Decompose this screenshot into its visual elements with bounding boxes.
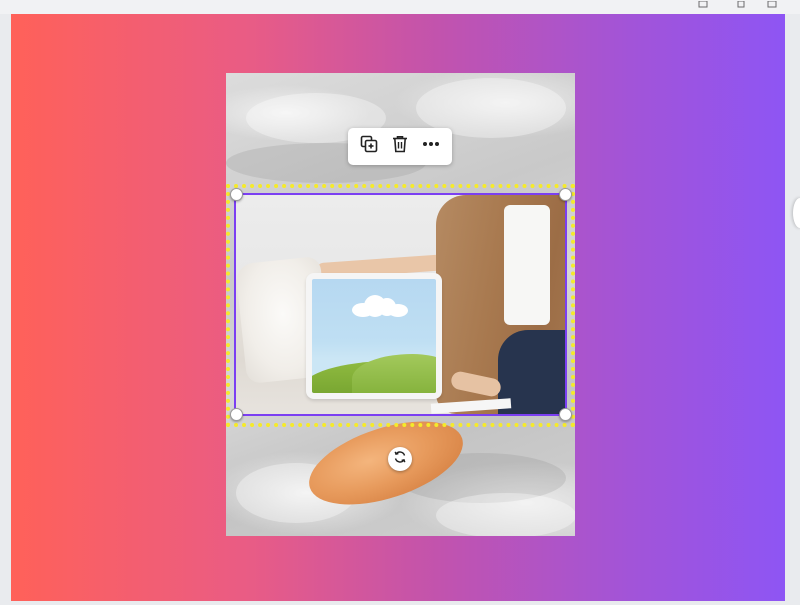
window-menu-icon[interactable] <box>698 0 708 8</box>
person-tshirt <box>504 205 550 325</box>
window-minimize-icon[interactable] <box>736 0 746 8</box>
pillow-hill <box>352 354 436 393</box>
window-top-strip <box>0 0 800 14</box>
resize-handle-top-right[interactable] <box>559 188 572 201</box>
duplicate-button[interactable] <box>355 133 383 161</box>
more-options-icon <box>421 134 441 159</box>
selected-photo[interactable] <box>234 193 567 416</box>
bedsheet-fold <box>436 493 575 536</box>
delete-button[interactable] <box>386 133 414 161</box>
rotate-icon <box>393 450 407 469</box>
resize-handle-bottom-right[interactable] <box>559 408 572 421</box>
resize-handle-top-left[interactable] <box>230 188 243 201</box>
landscape-pillow <box>306 273 442 399</box>
pillow-sky <box>312 279 436 393</box>
cloud-shape <box>352 293 408 317</box>
window-close-icon[interactable] <box>767 0 777 8</box>
rotate-button[interactable] <box>388 447 412 471</box>
resize-handle-bottom-left[interactable] <box>230 408 243 421</box>
duplicate-icon <box>359 134 379 159</box>
delete-icon <box>390 134 410 159</box>
element-toolbar <box>348 128 452 165</box>
more-options-button[interactable] <box>417 133 445 161</box>
side-panel-toggle[interactable] <box>793 198 800 228</box>
